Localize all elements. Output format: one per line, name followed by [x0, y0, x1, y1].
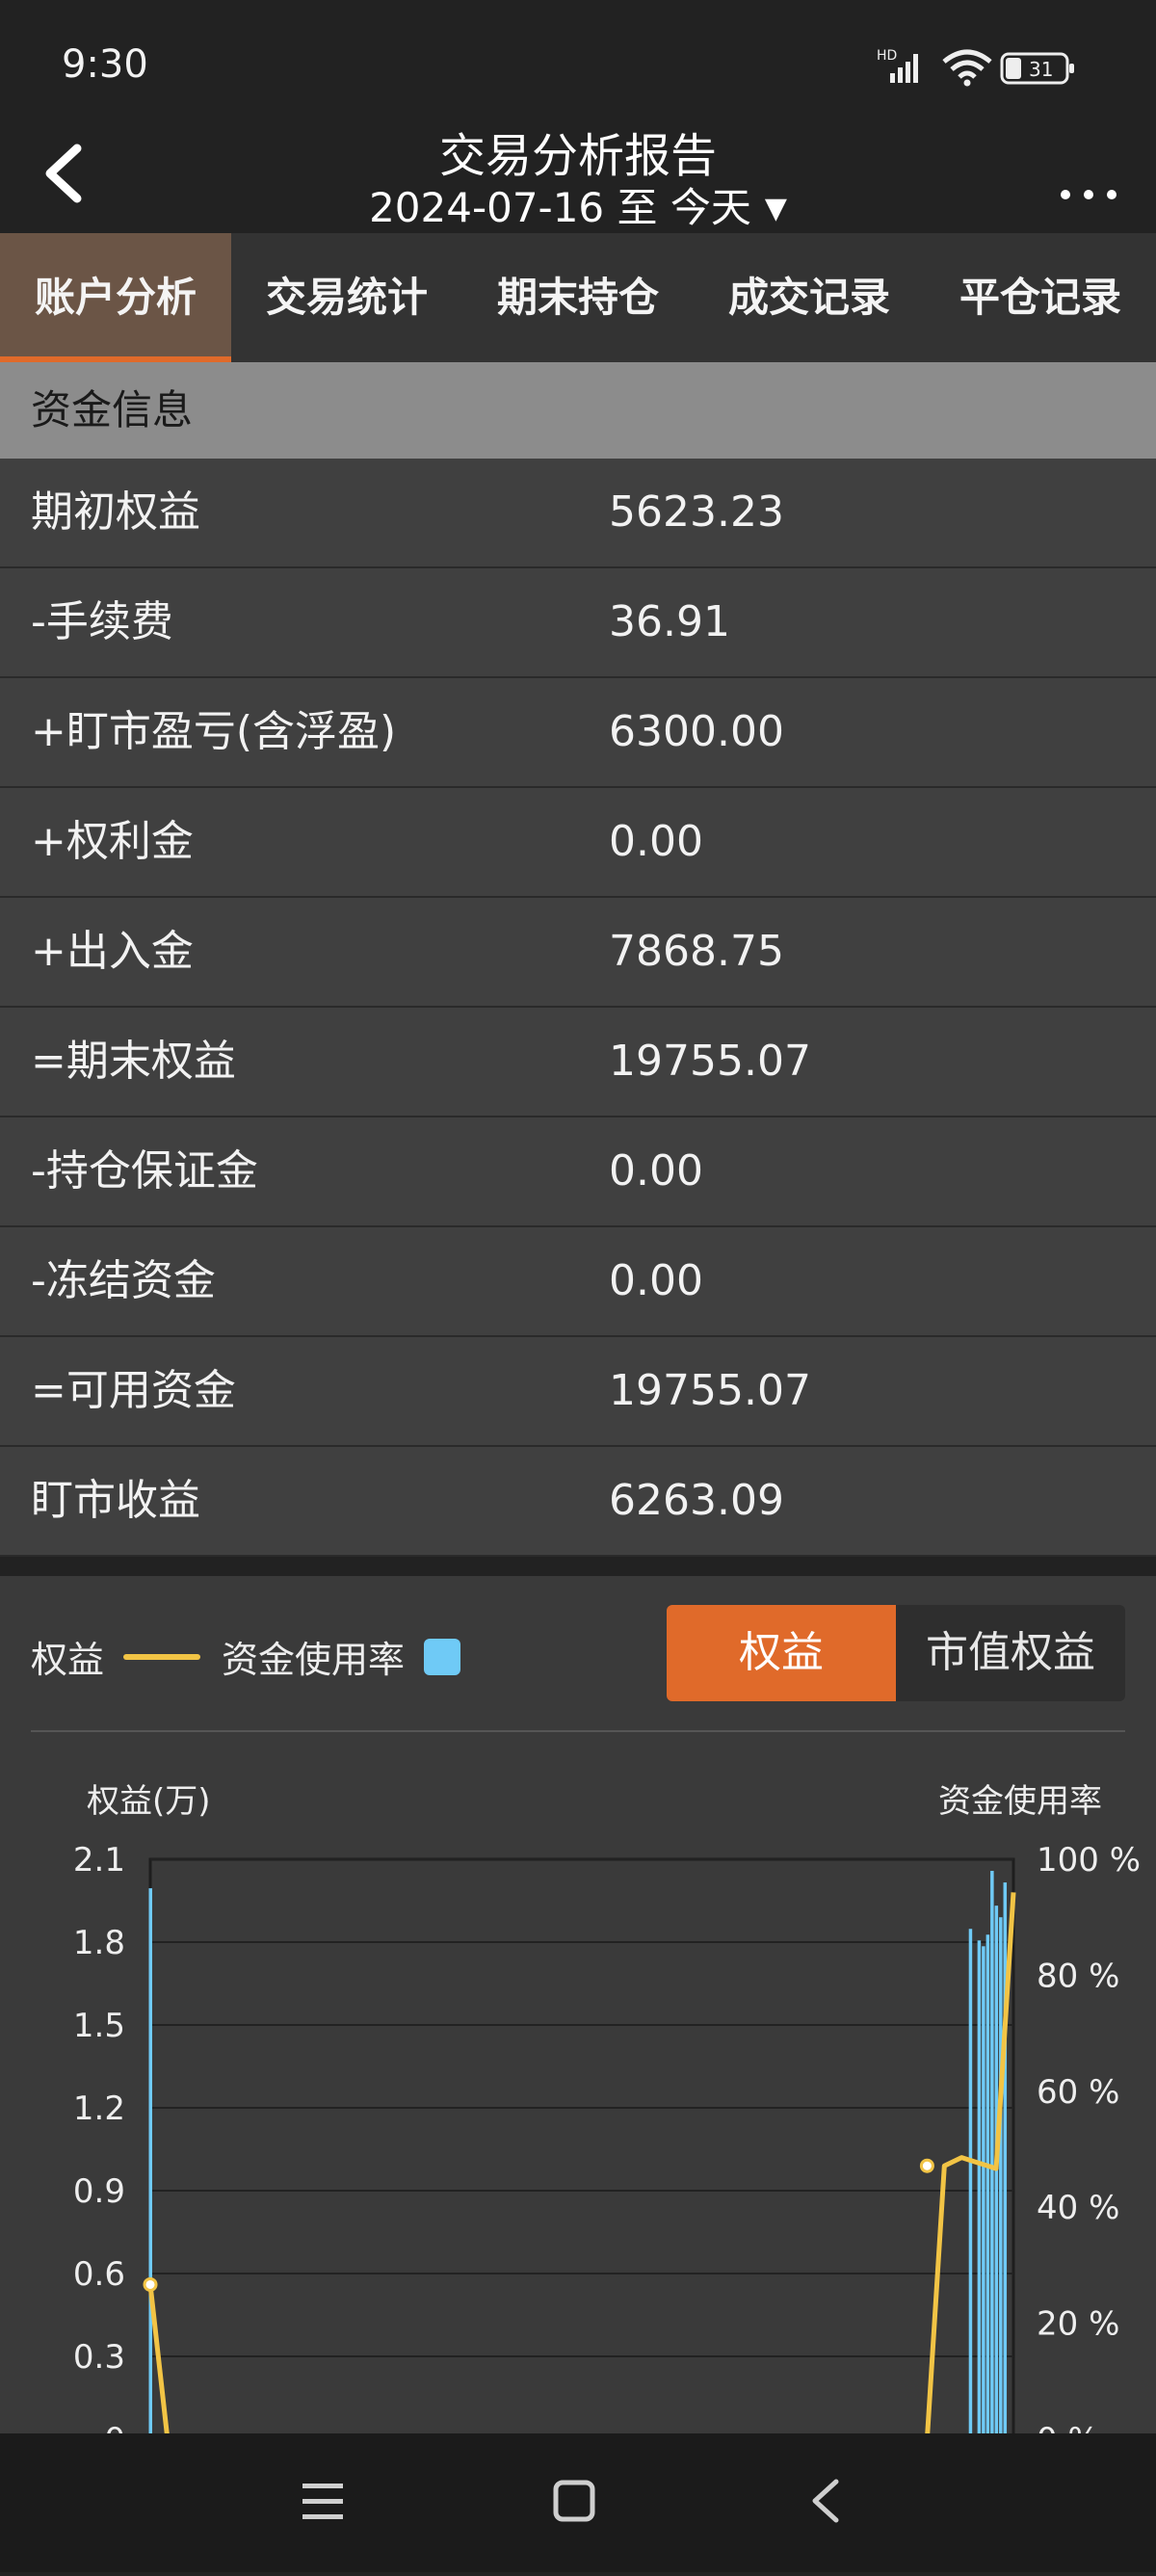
home-icon[interactable] — [553, 2480, 595, 2522]
plot-frame — [148, 1857, 1015, 2433]
fund-info-list: 期初权益 5623.23 -手续费 36.91 +盯市盈亏(含浮盈) 6300.00 … — [0, 459, 1156, 1557]
row-label: +盯市盈亏(含浮盈) — [31, 707, 397, 756]
row-value: 19755.07 — [609, 1366, 811, 1415]
row-label: 期初权益 — [31, 487, 200, 537]
battery-level: 31 — [1029, 58, 1053, 81]
more-dots-icon — [1061, 190, 1117, 199]
y2-tick-label: 20 % — [1037, 2305, 1119, 2344]
back-icon[interactable] — [812, 2479, 839, 2523]
table-row: =可用资金 19755.07 — [0, 1337, 1156, 1447]
equity-point — [919, 2158, 934, 2173]
hd-signal-icon: HD — [877, 48, 918, 83]
row-value: 5623.23 — [609, 487, 784, 537]
equity-chart: 2.1 1.8 1.5 1.2 0.9 0.6 0.3 0 100 % 80 % 60 % 40 % 2… — [73, 1841, 1141, 2433]
row-value: 36.91 — [609, 597, 730, 646]
tab-close-records[interactable]: 平仓记录 — [925, 233, 1156, 362]
row-value: 7868.75 — [609, 927, 784, 976]
system-navigation-bar — [0, 2433, 1156, 2572]
tab-account-analysis[interactable]: 账户分析 — [0, 233, 231, 362]
tab-trade-statistics[interactable]: 交易统计 — [231, 233, 462, 362]
usage-bar — [977, 1940, 982, 2433]
date-range-selector[interactable]: 2024-07-16 至 今天 ▼ — [0, 175, 1156, 234]
status-icons: HD 31 — [877, 48, 1074, 87]
row-label: -冻结资金 — [31, 1256, 216, 1305]
row-value: 0.00 — [609, 1146, 703, 1196]
battery-icon: 31 — [1000, 52, 1074, 85]
y2-tick-label: 100 % — [1037, 1841, 1141, 1879]
row-value: 0.00 — [609, 1256, 703, 1305]
row-label: +出入金 — [31, 927, 194, 976]
tab-end-positions[interactable]: 期末持仓 — [462, 233, 694, 362]
table-row: -冻结资金 0.00 — [0, 1227, 1156, 1337]
y-tick-label: 0 — [104, 2421, 125, 2433]
svg-text:HD: HD — [877, 48, 897, 64]
table-row: +出入金 7868.75 — [0, 898, 1156, 1008]
status-time: 9:30 — [62, 42, 148, 87]
row-value: 19755.07 — [609, 1037, 811, 1086]
row-value: 6263.09 — [609, 1476, 784, 1525]
row-label: -持仓保证金 — [31, 1146, 258, 1196]
menu-icon[interactable] — [302, 2484, 343, 2519]
y2-tick-label: 60 % — [1037, 2073, 1119, 2112]
equity-line — [147, 1892, 1016, 2433]
y-tick-label: 1.5 — [73, 2007, 125, 2045]
row-label: =可用资金 — [31, 1366, 236, 1415]
usage-bar — [990, 1871, 994, 2433]
table-row: +盯市盈亏(含浮盈) 6300.00 — [0, 678, 1156, 788]
y-tick-label: 0.6 — [73, 2255, 125, 2294]
y2-tick-label: 80 % — [1037, 1957, 1119, 1995]
section-header-fund-info: 资金信息 — [0, 362, 1156, 459]
usage-bar — [982, 1946, 985, 2433]
more-button[interactable] — [1050, 141, 1127, 208]
nav-bar: 交易分析报告 2024-07-16 至 今天 ▼ — [0, 116, 1156, 233]
date-range-label: 2024-07-16 至 今天 — [369, 184, 751, 231]
row-label: =期末权益 — [31, 1037, 236, 1086]
table-row: 期初权益 5623.23 — [0, 459, 1156, 568]
row-value: 6300.00 — [609, 707, 784, 756]
y-tick-label: 0.9 — [73, 2172, 125, 2211]
tab-trade-records[interactable]: 成交记录 — [694, 233, 925, 362]
table-row: +权利金 0.00 — [0, 788, 1156, 898]
table-row: -持仓保证金 0.00 — [0, 1117, 1156, 1227]
usage-bar — [1003, 1882, 1008, 2433]
row-label: 盯市收益 — [31, 1476, 200, 1525]
y-tick-label: 0.3 — [73, 2338, 125, 2377]
y-tick-label: 1.8 — [73, 1924, 125, 1962]
y-tick-label: 2.1 — [73, 1841, 125, 1879]
table-row: =期末权益 19755.07 — [0, 1008, 1156, 1117]
usage-bar — [985, 1934, 990, 2433]
wifi-icon — [942, 49, 992, 87]
row-label: +权利金 — [31, 817, 194, 866]
y2-tick-label: 0 % — [1037, 2421, 1099, 2433]
row-label: -手续费 — [31, 597, 173, 646]
status-bar: 9:30 HD 31 — [0, 0, 1156, 116]
tab-bar: 账户分析 交易统计 期末持仓 成交记录 平仓记录 — [0, 233, 1156, 362]
usage-bar — [968, 1929, 973, 2433]
equity-point — [143, 2276, 158, 2292]
usage-bar — [999, 1917, 1003, 2433]
chart-panel: 权益 资金使用率 权益 市值权益 权益(万) 资金使用率 2.1 1.8 1.5 1.… — [0, 1576, 1156, 2433]
table-row: 盯市收益 6263.09 — [0, 1447, 1156, 1557]
y2-tick-label: 40 % — [1037, 2189, 1119, 2227]
table-row: -手续费 36.91 — [0, 568, 1156, 678]
row-value: 0.00 — [609, 817, 703, 866]
usage-bar — [148, 1888, 152, 2433]
y-tick-label: 1.2 — [73, 2090, 125, 2128]
caret-down-icon: ▼ — [764, 192, 787, 225]
